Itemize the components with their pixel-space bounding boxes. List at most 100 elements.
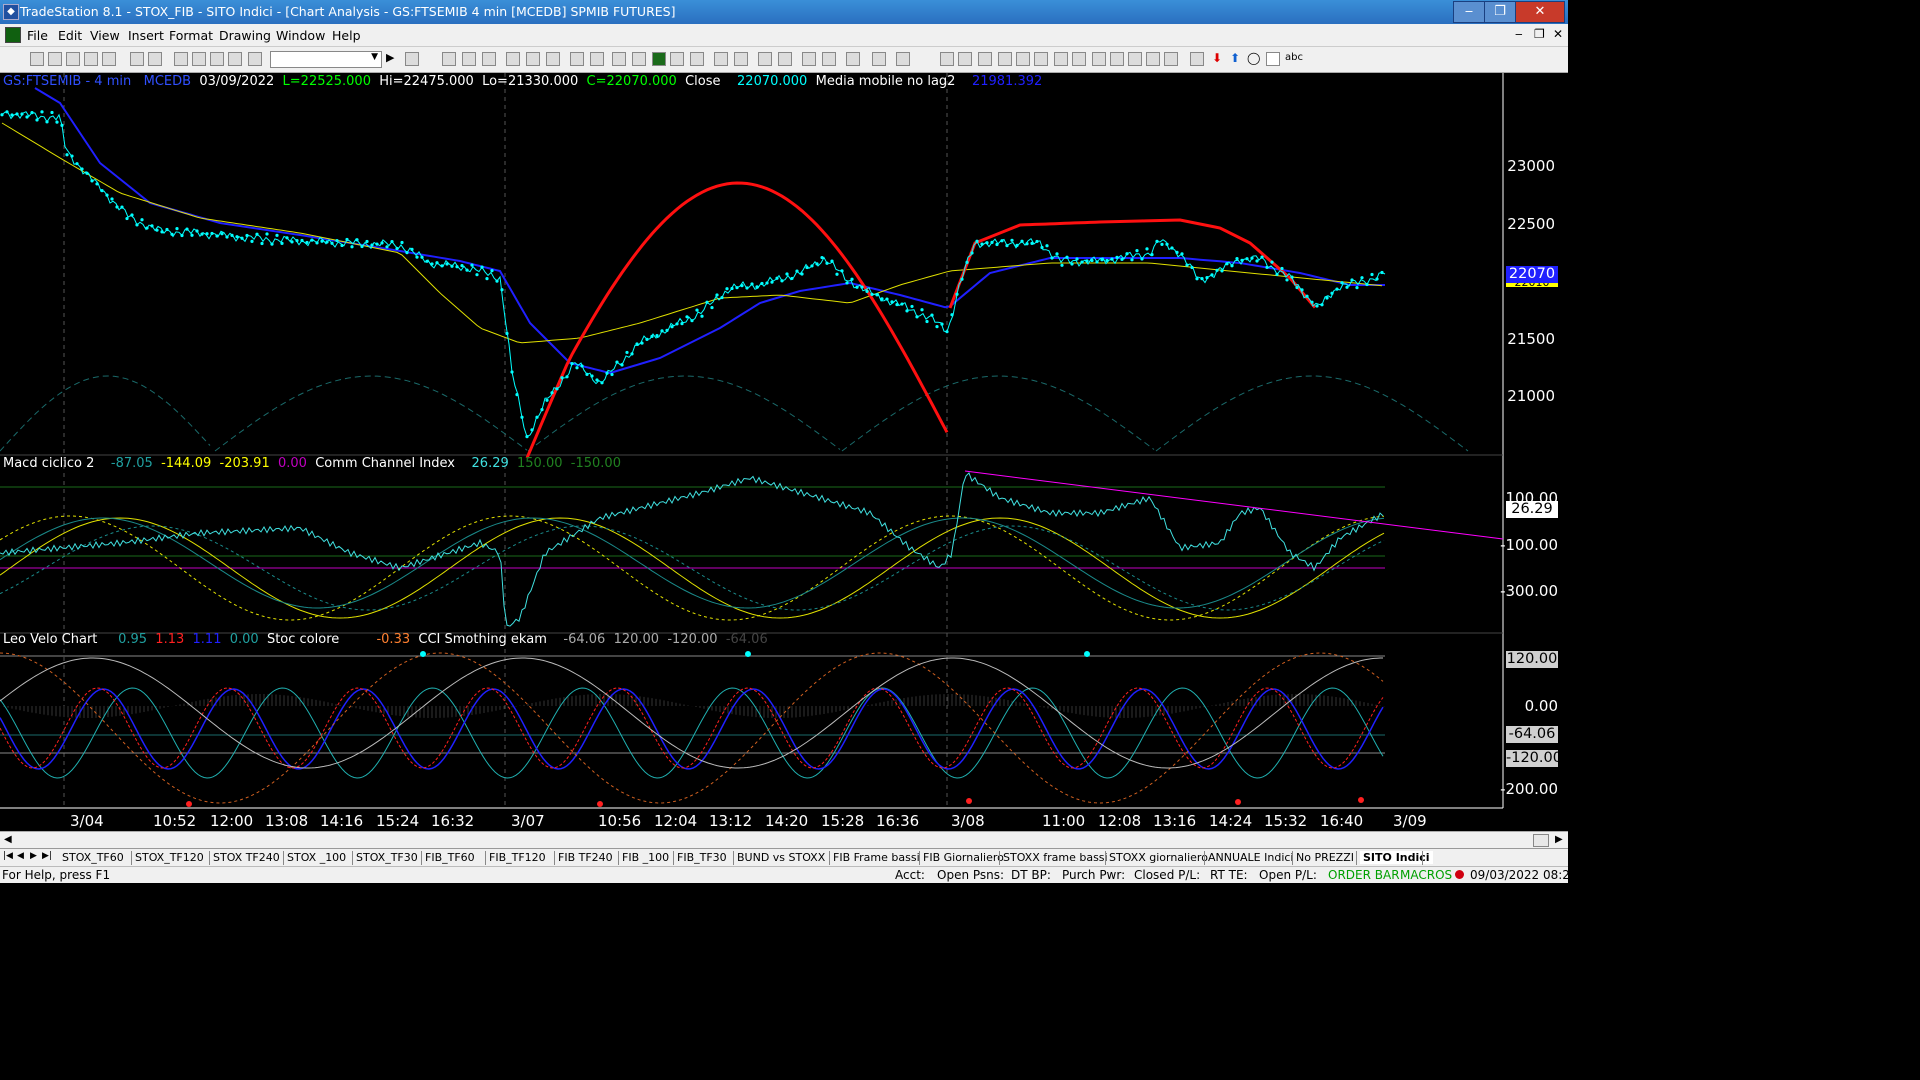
folder-icon[interactable]: [102, 52, 116, 66]
minimize-button[interactable]: ‒: [1453, 1, 1485, 23]
tab-item[interactable]: FIB_TF60: [425, 851, 475, 864]
scroll-left-arrow-icon[interactable]: ◀: [4, 834, 12, 845]
tab-prev-icon[interactable]: ◀: [17, 851, 24, 861]
tab-item[interactable]: STOXX giornaliero: [1109, 851, 1208, 864]
mdi-restore-button[interactable]: ❐: [1534, 27, 1545, 41]
print-icon[interactable]: [130, 52, 144, 66]
grid-icon[interactable]: [482, 52, 496, 66]
cycle-lines-icon[interactable]: [1072, 52, 1086, 66]
tab-last-icon[interactable]: ▶|: [42, 851, 52, 861]
arrow-down-icon[interactable]: ⬇: [1212, 51, 1222, 65]
cursor-icon[interactable]: [802, 52, 816, 66]
arrow-horizontal-icon[interactable]: [1092, 52, 1106, 66]
gann-icon[interactable]: [1016, 52, 1030, 66]
green-chart-icon[interactable]: [652, 52, 666, 66]
horizontal-lines-icon[interactable]: [978, 52, 992, 66]
radar-icon[interactable]: [570, 52, 584, 66]
copy-icon[interactable]: [174, 52, 188, 66]
horizontal-scrollbar[interactable]: ◀ ▶: [0, 831, 1568, 849]
color-icon[interactable]: [248, 52, 262, 66]
close-button[interactable]: ✕: [1515, 1, 1565, 23]
search-icon[interactable]: [405, 52, 419, 66]
help-icon[interactable]: [896, 52, 910, 66]
options-icon[interactable]: [632, 52, 646, 66]
alert-icon[interactable]: [872, 52, 886, 66]
regression-icon[interactable]: [1128, 52, 1142, 66]
menu-insert[interactable]: Insert: [128, 28, 164, 43]
text-icon[interactable]: abc: [1285, 52, 1303, 63]
menu-window[interactable]: Window: [276, 28, 325, 43]
menu-edit[interactable]: Edit: [58, 28, 82, 43]
tab-item[interactable]: FIB_TF120: [489, 851, 546, 864]
tab-item[interactable]: STOX_TF60: [62, 851, 124, 864]
channel-icon[interactable]: [1110, 52, 1124, 66]
indicator-icon[interactable]: [506, 52, 520, 66]
menu-help[interactable]: Help: [332, 28, 361, 43]
tab-item[interactable]: ANNUALE Indici: [1208, 851, 1294, 864]
price-dot: [1245, 257, 1249, 261]
vertical-lines-icon[interactable]: [958, 52, 972, 66]
tab-item[interactable]: STOX_TF30: [356, 851, 418, 864]
select-icon[interactable]: [822, 52, 836, 66]
link-icon[interactable]: [228, 52, 242, 66]
arc-icon[interactable]: [1146, 52, 1160, 66]
andrews-icon[interactable]: [1034, 52, 1048, 66]
tab-item[interactable]: STOX TF240: [213, 851, 280, 864]
mdi-close-button[interactable]: ✕: [1553, 27, 1563, 41]
rectangle-icon[interactable]: [1266, 52, 1280, 66]
menu-format[interactable]: Format: [169, 28, 213, 43]
open-icon[interactable]: [48, 52, 62, 66]
candles-icon[interactable]: [670, 52, 684, 66]
macros-button[interactable]: MACROS: [1400, 868, 1452, 882]
save-all-icon[interactable]: [84, 52, 98, 66]
arrow-up-icon[interactable]: ⬆: [1230, 51, 1240, 65]
chart-area[interactable]: GS:FTSEMIB - 4 min MCEDB 03/09/2022 L=22…: [0, 73, 1568, 831]
tools-icon[interactable]: [846, 52, 860, 66]
play-icon[interactable]: ▶: [386, 51, 394, 64]
quote-icon[interactable]: [612, 52, 626, 66]
paste-icon[interactable]: [192, 52, 206, 66]
tab-item[interactable]: FIB TF240: [558, 851, 613, 864]
menu-drawing[interactable]: Drawing: [219, 28, 271, 43]
print-preview-icon[interactable]: [148, 52, 162, 66]
format-icon[interactable]: [546, 52, 560, 66]
scroll-right-arrow-icon[interactable]: ▶: [1555, 834, 1563, 845]
tab-next-icon[interactable]: ▶: [30, 851, 37, 861]
last-price-box: 22070: [1506, 266, 1558, 283]
order-bar-button[interactable]: ORDER BAR: [1328, 868, 1400, 882]
trendline-icon[interactable]: [940, 52, 954, 66]
tab-item[interactable]: FIB _100: [622, 851, 669, 864]
strategy-icon[interactable]: [526, 52, 540, 66]
tab-item[interactable]: FIB_TF30: [677, 851, 727, 864]
window-icon[interactable]: [462, 52, 476, 66]
speed-lines-icon[interactable]: [1054, 52, 1068, 66]
tab-item[interactable]: FIB Giornaliero: [923, 851, 1004, 864]
tab-first-icon[interactable]: |◀: [3, 851, 13, 861]
scanner-icon[interactable]: [590, 52, 604, 66]
fib-icon[interactable]: [998, 52, 1012, 66]
save-icon[interactable]: [66, 52, 80, 66]
scroll-left-icon[interactable]: [714, 52, 728, 66]
scroll-right-icon[interactable]: [734, 52, 748, 66]
menu-view[interactable]: View: [90, 28, 120, 43]
lock-icon[interactable]: [210, 52, 224, 66]
menu-file[interactable]: File: [27, 28, 48, 43]
zoom-in-icon[interactable]: [758, 52, 772, 66]
pencil-icon[interactable]: [1164, 52, 1178, 66]
tab-item[interactable]: STOXX frame bassi: [1003, 851, 1108, 864]
restore-button[interactable]: ❐: [1484, 1, 1516, 23]
mdi-minimize-button[interactable]: ‒: [1515, 27, 1523, 41]
file-new-icon[interactable]: [30, 52, 44, 66]
tab-item[interactable]: STOX _100: [287, 851, 346, 864]
scroll-thumb[interactable]: [1533, 834, 1549, 847]
curve-icon[interactable]: [1190, 52, 1204, 66]
ellipse-icon[interactable]: ◯: [1247, 51, 1260, 65]
tab-item[interactable]: BUND vs STOXX: [737, 851, 825, 864]
symbol-dropdown[interactable]: ▼: [270, 51, 382, 68]
zoom-out-icon[interactable]: [778, 52, 792, 66]
tab-item[interactable]: STOX_TF120: [135, 851, 204, 864]
tab-item[interactable]: FIB Frame bassi: [833, 851, 920, 864]
chart-icon[interactable]: [442, 52, 456, 66]
tab-item[interactable]: No PREZZI: [1296, 851, 1354, 864]
bars-icon[interactable]: [690, 52, 704, 66]
